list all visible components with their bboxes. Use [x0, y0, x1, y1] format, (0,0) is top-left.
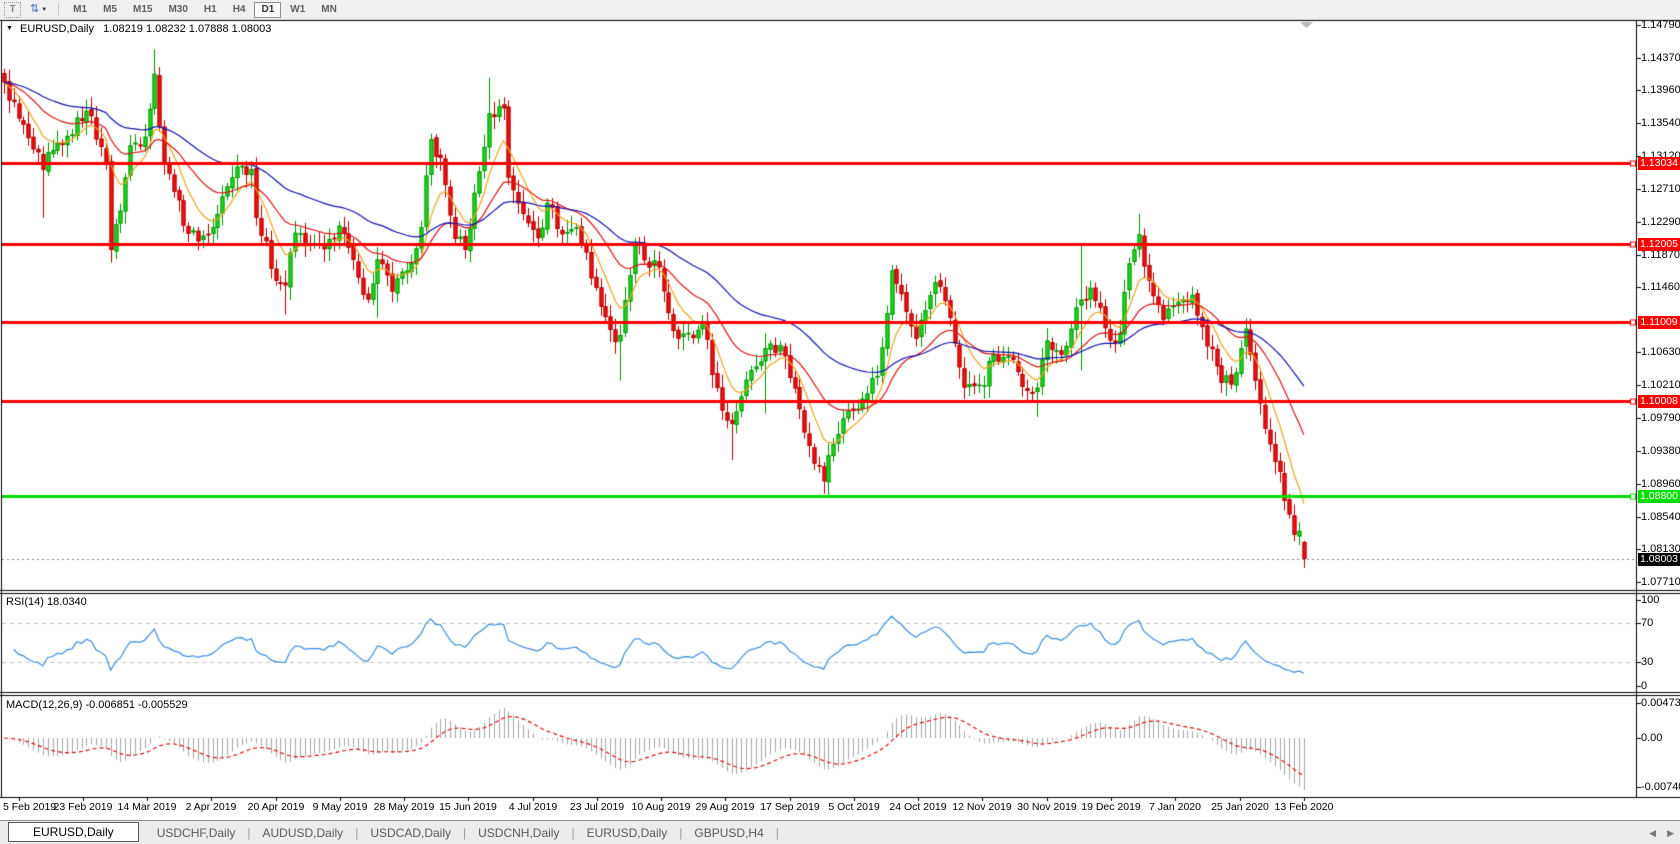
price-tick-label: 1.09380	[1641, 445, 1680, 457]
macd-tick-label: -0.00740	[1641, 781, 1680, 793]
timeframe-button-m5[interactable]: M5	[96, 2, 124, 18]
tab-scroll-left-icon[interactable]: ◀	[1649, 828, 1656, 839]
date-tick-label: 29 Aug 2019	[696, 801, 755, 813]
price-tick-label: 1.10210	[1641, 379, 1680, 391]
trading-terminal-window: T ⇅ ▼ M1M5M15M30H1H4D1W1MN ▼ EURUSD,Dail…	[0, 0, 1680, 844]
price-tick-label: 1.14370	[1641, 52, 1680, 64]
chart-title: ▼ EURUSD,Daily 1.08219 1.08232 1.07888 1…	[6, 23, 271, 35]
date-tick-label: 9 May 2019	[313, 801, 368, 813]
rsi-tick-label: 100	[1641, 594, 1659, 606]
price-tick-label: 1.11460	[1641, 281, 1680, 293]
chart-canvas[interactable]	[0, 0, 1680, 844]
timeframe-button-w1[interactable]: W1	[283, 2, 312, 18]
date-tick-label: 14 Mar 2019	[118, 801, 177, 813]
tab-divider: |	[776, 826, 779, 840]
chart-tab-2[interactable]: AUDUSD,Daily	[251, 826, 356, 840]
date-tick-label: 4 Jul 2019	[509, 801, 557, 813]
chart-ohlc-values: 1.08219 1.08232 1.07888 1.08003	[103, 23, 271, 35]
timeframe-button-mn[interactable]: MN	[314, 2, 344, 18]
tab-scroll-right-icon[interactable]: ▶	[1667, 828, 1674, 839]
price-tick-label: 1.10630	[1641, 346, 1680, 358]
date-tick-label: 25 Jan 2020	[1211, 801, 1269, 813]
date-tick-label: 13 Feb 2020	[1275, 801, 1334, 813]
hline-price-badge: 1.11009	[1638, 316, 1680, 329]
text-tool-button[interactable]: T	[4, 2, 21, 18]
hline-price-badge: 1.08800	[1638, 490, 1680, 503]
date-tick-label: 28 May 2019	[374, 801, 435, 813]
rsi-tick-label: 70	[1641, 617, 1653, 629]
price-tick-label: 1.13540	[1641, 117, 1680, 129]
chart-tools-dropdown[interactable]: ⇅ ▼	[27, 2, 50, 17]
price-tick-label: 1.07710	[1641, 576, 1680, 588]
date-tick-label: 10 Aug 2019	[632, 801, 691, 813]
chevron-down-icon: ▼	[41, 7, 47, 13]
rsi-tick-label: 0	[1641, 680, 1647, 692]
macd-tick-label: 0.00	[1641, 732, 1662, 744]
date-tick-label: 20 Apr 2019	[248, 801, 305, 813]
date-tick-label: 5 Oct 2019	[828, 801, 879, 813]
date-tick-label: 15 Jun 2019	[439, 801, 497, 813]
date-tick-label: 7 Jan 2020	[1149, 801, 1201, 813]
chart-tab-5[interactable]: EURUSD,Daily	[575, 826, 680, 840]
chart-tab-1[interactable]: USDCHF,Daily	[145, 826, 248, 840]
hline-price-badge: 1.13034	[1638, 157, 1680, 170]
timeframe-button-m15[interactable]: M15	[126, 2, 159, 18]
price-tick-label: 1.13960	[1641, 84, 1680, 96]
date-tick-label: 17 Sep 2019	[760, 801, 820, 813]
chart-symbol-period: EURUSD,Daily	[20, 23, 94, 35]
date-tick-label: 19 Dec 2019	[1081, 801, 1141, 813]
hline-price-badge: 1.12005	[1638, 238, 1680, 251]
price-tick-label: 1.14790	[1641, 19, 1680, 31]
price-tick-label: 1.12710	[1641, 183, 1680, 195]
rsi-tick-label: 30	[1641, 656, 1653, 668]
timeframe-button-h1[interactable]: H1	[197, 2, 224, 18]
date-tick-label: 23 Feb 2019	[54, 801, 113, 813]
rsi-indicator-label: RSI(14) 18.0340	[6, 596, 87, 608]
current-price-badge: 1.08003	[1638, 553, 1680, 566]
date-tick-label: 12 Nov 2019	[952, 801, 1012, 813]
date-tick-label: 24 Oct 2019	[889, 801, 946, 813]
chart-tab-3[interactable]: USDCAD,Daily	[358, 826, 463, 840]
chart-tab-4[interactable]: USDCNH,Daily	[466, 826, 571, 840]
date-tick-label: 2 Apr 2019	[186, 801, 237, 813]
price-tick-label: 1.08540	[1641, 511, 1680, 523]
timeframe-button-h4[interactable]: H4	[226, 2, 253, 18]
timeframe-button-m30[interactable]: M30	[161, 2, 194, 18]
macd-indicator-label: MACD(12,26,9) -0.006851 -0.005529	[6, 699, 188, 711]
timeframe-button-group: M1M5M15M30H1H4D1W1MN	[65, 2, 345, 18]
price-tick-label: 1.09790	[1641, 412, 1680, 424]
price-tick-label: 1.08960	[1641, 478, 1680, 490]
macd-tick-label: 0.00473	[1641, 697, 1680, 709]
date-tick-label: 23 Jul 2019	[570, 801, 624, 813]
chart-arrows-icon: ⇅	[30, 4, 39, 15]
chart-tab-0[interactable]: EURUSD,Daily	[8, 822, 139, 842]
price-tick-label: 1.11870	[1641, 249, 1680, 261]
hline-price-badge: 1.10008	[1638, 395, 1680, 408]
timeframe-button-m1[interactable]: M1	[66, 2, 94, 18]
chart-tab-6[interactable]: GBPUSD,H4	[682, 826, 775, 840]
toolbar-separator	[58, 3, 59, 16]
date-tick-label: 30 Nov 2019	[1017, 801, 1077, 813]
chart-tab-bar: EURUSD,DailyUSDCHF,Daily|AUDUSD,Daily|US…	[0, 820, 1680, 844]
top-toolbar: T ⇅ ▼ M1M5M15M30H1H4D1W1MN	[0, 0, 1680, 20]
date-tick-label: 5 Feb 2019	[3, 801, 56, 813]
tab-list: EURUSD,DailyUSDCHF,Daily|AUDUSD,Daily|US…	[0, 823, 779, 843]
timeframe-button-d1[interactable]: D1	[254, 2, 281, 18]
price-tick-label: 1.12290	[1641, 216, 1680, 228]
down-triangle-icon[interactable]: ▼	[6, 25, 13, 32]
